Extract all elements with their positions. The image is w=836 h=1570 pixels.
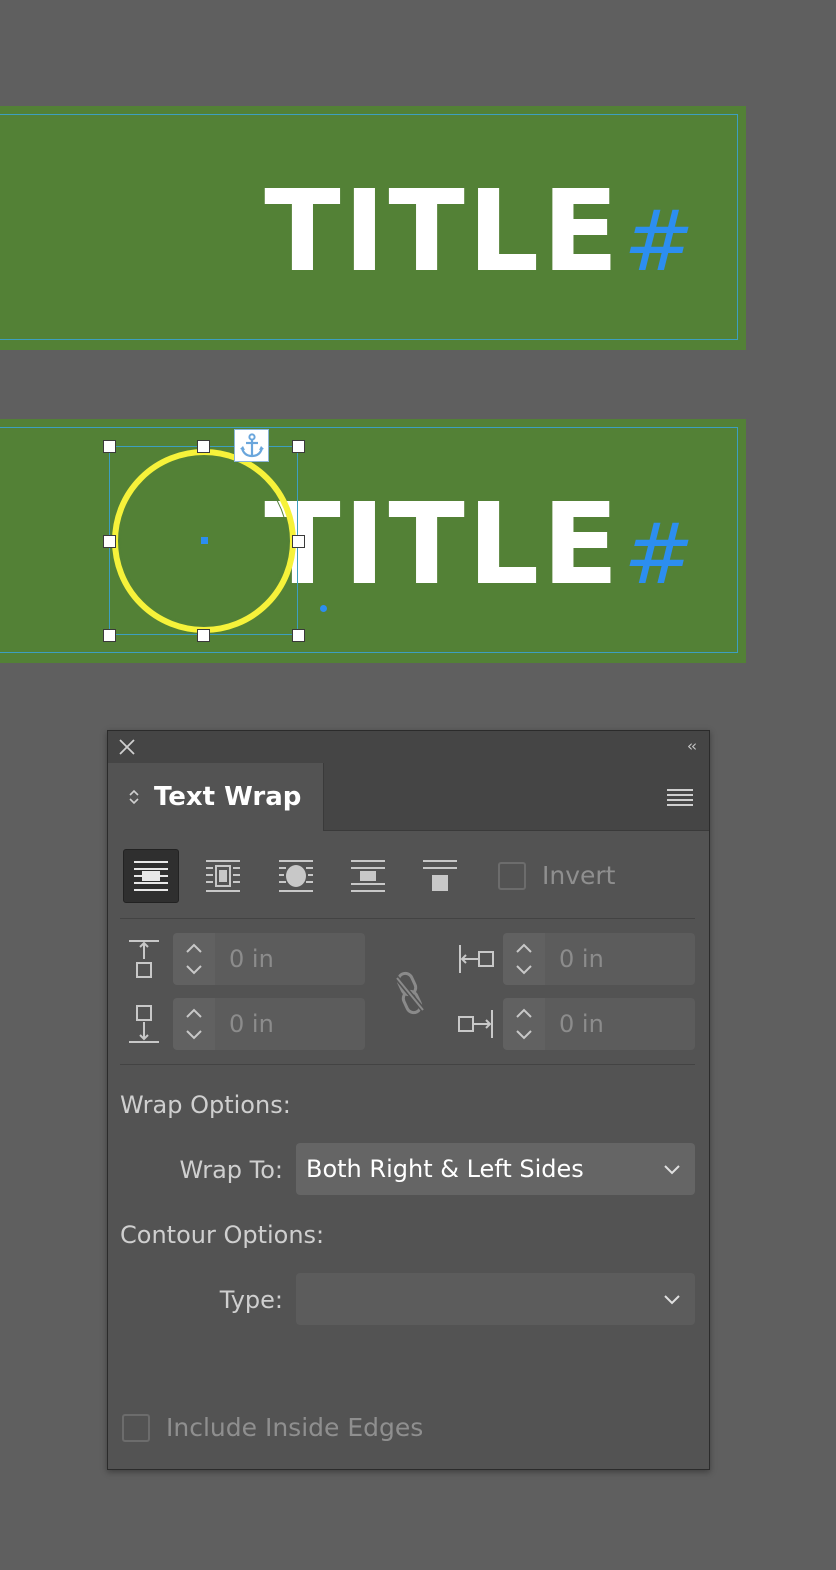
wrap-around-bounding-box-icon[interactable]: [195, 849, 251, 903]
right-offset-control: [458, 998, 698, 1050]
resize-handle-top-left[interactable]: [103, 440, 116, 453]
resize-handle-bottom-left[interactable]: [103, 629, 116, 642]
resize-handle-middle-right[interactable]: [292, 535, 305, 548]
frame-1-end-of-story-marker: #: [623, 192, 694, 290]
frame-2-title-text: TITLE: [264, 480, 622, 610]
invert-option[interactable]: Invert: [498, 861, 615, 890]
jump-to-next-column-icon[interactable]: [412, 849, 468, 903]
right-offset-icon: [458, 1004, 494, 1044]
chevron-down-icon: [663, 1291, 681, 1305]
invert-checkbox[interactable]: [498, 861, 526, 890]
frame-2-title[interactable]: TITLE#: [264, 489, 694, 601]
contour-type-dropdown[interactable]: [296, 1273, 695, 1325]
bottom-offset-stepper[interactable]: [173, 998, 215, 1050]
text-frame-1[interactable]: TITLE#: [0, 106, 746, 350]
bottom-offset-input[interactable]: [215, 998, 365, 1050]
wrap-to-label: Wrap To:: [179, 1156, 283, 1184]
wrap-to-dropdown[interactable]: Both Right & Left Sides: [296, 1143, 695, 1195]
anchor-point-marker: [320, 605, 327, 612]
left-offset-stepper[interactable]: [503, 933, 545, 985]
resize-handle-middle-left[interactable]: [103, 535, 116, 548]
separator: [120, 1064, 695, 1065]
panel-tab-bar: Text Wrap: [108, 763, 709, 831]
wrap-around-object-shape-icon[interactable]: [268, 849, 324, 903]
top-offset-input[interactable]: [215, 933, 365, 985]
tab-text-wrap[interactable]: Text Wrap: [108, 763, 324, 831]
top-offset-icon: [126, 939, 162, 979]
top-offset-control: [126, 933, 366, 985]
wrap-to-value: Both Right & Left Sides: [306, 1155, 584, 1183]
chevron-down-icon: [663, 1161, 681, 1175]
invert-label: Invert: [542, 861, 616, 890]
collapse-panel-icon[interactable]: ‹‹: [687, 737, 697, 755]
include-inside-edges-checkbox[interactable]: [122, 1413, 150, 1442]
close-icon[interactable]: [117, 737, 137, 757]
frame-1-title-text: TITLE: [264, 167, 622, 297]
include-inside-edges-option[interactable]: Include Inside Edges: [122, 1413, 423, 1442]
left-offset-icon: [458, 939, 494, 979]
text-wrap-panel: ‹‹ Text Wrap Invert 0 in 0 in 0 in 0 in …: [107, 730, 710, 1470]
no-text-wrap-icon[interactable]: [123, 849, 179, 903]
wrap-options-heading: Wrap Options:: [120, 1091, 291, 1119]
right-offset-input[interactable]: [545, 998, 695, 1050]
top-offset-stepper[interactable]: [173, 933, 215, 985]
ellipse-center-point: [201, 537, 208, 544]
unlinked-chain-icon[interactable]: [388, 969, 430, 1017]
panel-title-bar[interactable]: ‹‹: [108, 731, 709, 764]
left-offset-control: [458, 933, 698, 985]
separator: [120, 918, 695, 919]
right-offset-stepper[interactable]: [503, 998, 545, 1050]
resize-handle-bottom-center[interactable]: [197, 629, 210, 642]
tab-label: Text Wrap: [154, 782, 302, 812]
frame-2-end-of-story-marker: #: [623, 505, 694, 603]
text-frame-2[interactable]: TITLE#: [0, 419, 746, 663]
type-label: Type:: [219, 1286, 283, 1314]
panel-menu-icon[interactable]: [667, 787, 693, 807]
jump-object-icon[interactable]: [340, 849, 396, 903]
resize-handle-top-right[interactable]: [292, 440, 305, 453]
resize-handle-bottom-right[interactable]: [292, 629, 305, 642]
anchor-icon[interactable]: [234, 429, 269, 462]
frame-1-title[interactable]: TITLE#: [264, 176, 694, 288]
bottom-offset-icon: [126, 1004, 162, 1044]
sort-chevrons-icon[interactable]: [128, 788, 142, 806]
include-inside-edges-label: Include Inside Edges: [166, 1413, 424, 1442]
contour-options-heading: Contour Options:: [120, 1221, 325, 1249]
bottom-offset-control: [126, 998, 366, 1050]
resize-handle-top-center[interactable]: [197, 440, 210, 453]
left-offset-input[interactable]: [545, 933, 695, 985]
